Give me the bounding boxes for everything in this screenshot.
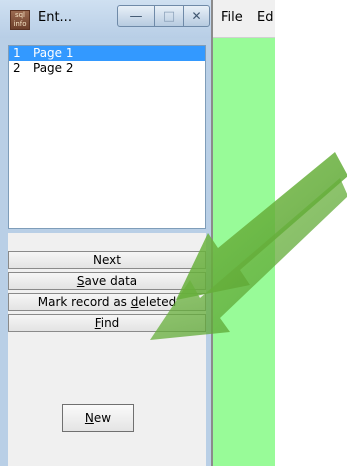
annotation-arrows xyxy=(150,152,347,340)
arrow-to-find xyxy=(150,178,347,340)
